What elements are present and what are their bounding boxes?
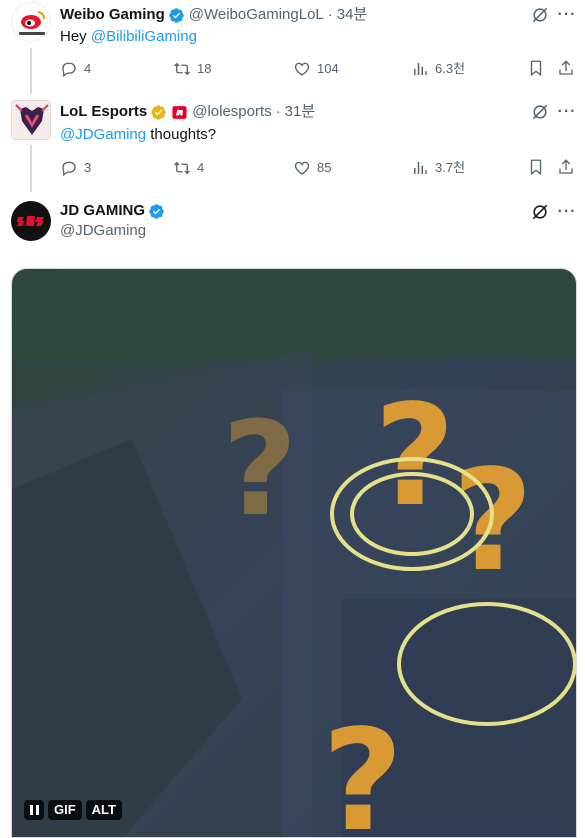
retweet-button[interactable]: 18 (173, 59, 211, 79)
svg-text:?: ? (322, 700, 403, 838)
like-count: 104 (317, 61, 339, 76)
tweet-time[interactable]: 31분 (285, 102, 316, 122)
tweet-weibo-gaming[interactable]: Weibo Gaming @WeiboGamingLoL · 34분 ··· H… (0, 0, 585, 94)
mention-link[interactable]: @BilibiliGaming (91, 28, 197, 45)
thread-line (30, 48, 32, 94)
thread-line (30, 145, 32, 192)
verified-badge-icon (168, 7, 184, 23)
author-handle[interactable]: @WeiboGamingLoL (189, 5, 324, 25)
riot-games-affiliate-icon[interactable] (171, 104, 188, 121)
grok-icon[interactable] (530, 202, 550, 222)
bookmark-icon[interactable] (527, 158, 545, 176)
author-handle[interactable]: @lolesports (192, 102, 271, 122)
share-icon[interactable] (557, 59, 575, 77)
tweet-actions: 4 18 104 6.3천 (60, 59, 580, 79)
grok-icon[interactable] (530, 5, 550, 25)
tweet-text: @JDGaming thoughts? (60, 125, 216, 145)
reply-count: 4 (84, 61, 92, 76)
tweet-lol-esports[interactable]: LoL Esports @lolesports · 31분 ··· @JDGam… (0, 97, 585, 192)
alt-text-button[interactable]: ALT (85, 800, 122, 820)
reply-icon (62, 161, 76, 177)
gif-frame-image: ? ? ? ? (12, 269, 576, 838)
pause-button[interactable] (24, 800, 44, 820)
verified-badge-icon (149, 203, 164, 219)
views-button[interactable]: 3.7천 (411, 158, 465, 178)
media-badges: GIF ALT (24, 800, 122, 820)
lol-esports-avatar[interactable] (11, 100, 51, 140)
bookmark-icon[interactable] (527, 59, 545, 77)
like-button[interactable]: 104 (293, 59, 339, 79)
tweet-gif-media[interactable]: ? ? ? ? GIF ALT (11, 268, 577, 838)
views-icon (414, 162, 427, 174)
reply-count: 3 (84, 160, 92, 175)
more-icon[interactable]: ··· (557, 7, 577, 29)
retweet-count: 18 (197, 61, 212, 76)
like-count: 85 (317, 160, 332, 175)
reply-icon (62, 62, 76, 78)
author-name[interactable]: Weibo Gaming (60, 5, 165, 25)
verified-gold-badge-icon (151, 104, 166, 120)
heart-icon (294, 161, 310, 175)
grok-icon[interactable] (530, 102, 550, 122)
like-button[interactable]: 85 (293, 158, 331, 178)
tweet-header: Weibo Gaming @WeiboGamingLoL · 34분 (60, 5, 367, 25)
tweet-time[interactable]: 34분 (337, 5, 368, 25)
tweet-text: Hey @BilibiliGaming (60, 27, 197, 47)
views-count: 3.7천 (435, 160, 466, 175)
separator-dot: · (275, 103, 281, 120)
svg-text:?: ? (374, 375, 455, 538)
author-handle-line: @JDGaming (60, 221, 146, 241)
share-icon[interactable] (557, 158, 575, 176)
reply-button[interactable]: 4 (60, 59, 91, 79)
author-handle[interactable]: @JDGaming (60, 222, 146, 239)
tweet-header: JD GAMING (60, 201, 165, 221)
views-count: 6.3천 (435, 61, 466, 76)
gif-badge: GIF (48, 800, 82, 820)
retweet-button[interactable]: 4 (173, 158, 204, 178)
tweet-actions: 3 4 85 3.7천 (60, 158, 580, 178)
tweet-header: LoL Esports @lolesports · 31분 (60, 102, 315, 122)
views-button[interactable]: 6.3천 (411, 59, 465, 79)
retweet-count: 4 (197, 160, 205, 175)
svg-text:?: ? (222, 393, 297, 545)
separator-dot: · (327, 6, 333, 23)
mention-link[interactable]: @JDGaming (60, 126, 146, 143)
retweet-icon (174, 161, 190, 175)
heart-icon (294, 62, 310, 76)
reply-button[interactable]: 3 (60, 158, 91, 178)
author-name[interactable]: JD GAMING (60, 201, 145, 221)
tweet-text-suffix: thoughts? (146, 126, 217, 143)
views-icon (414, 63, 427, 75)
more-icon[interactable]: ··· (557, 204, 577, 226)
author-name[interactable]: LoL Esports (60, 102, 147, 122)
tweet-text-prefix: Hey (60, 28, 91, 45)
retweet-icon (174, 62, 190, 76)
weibo-gaming-avatar[interactable] (11, 2, 51, 42)
more-icon[interactable]: ··· (557, 104, 577, 126)
jd-gaming-avatar[interactable] (11, 201, 51, 241)
